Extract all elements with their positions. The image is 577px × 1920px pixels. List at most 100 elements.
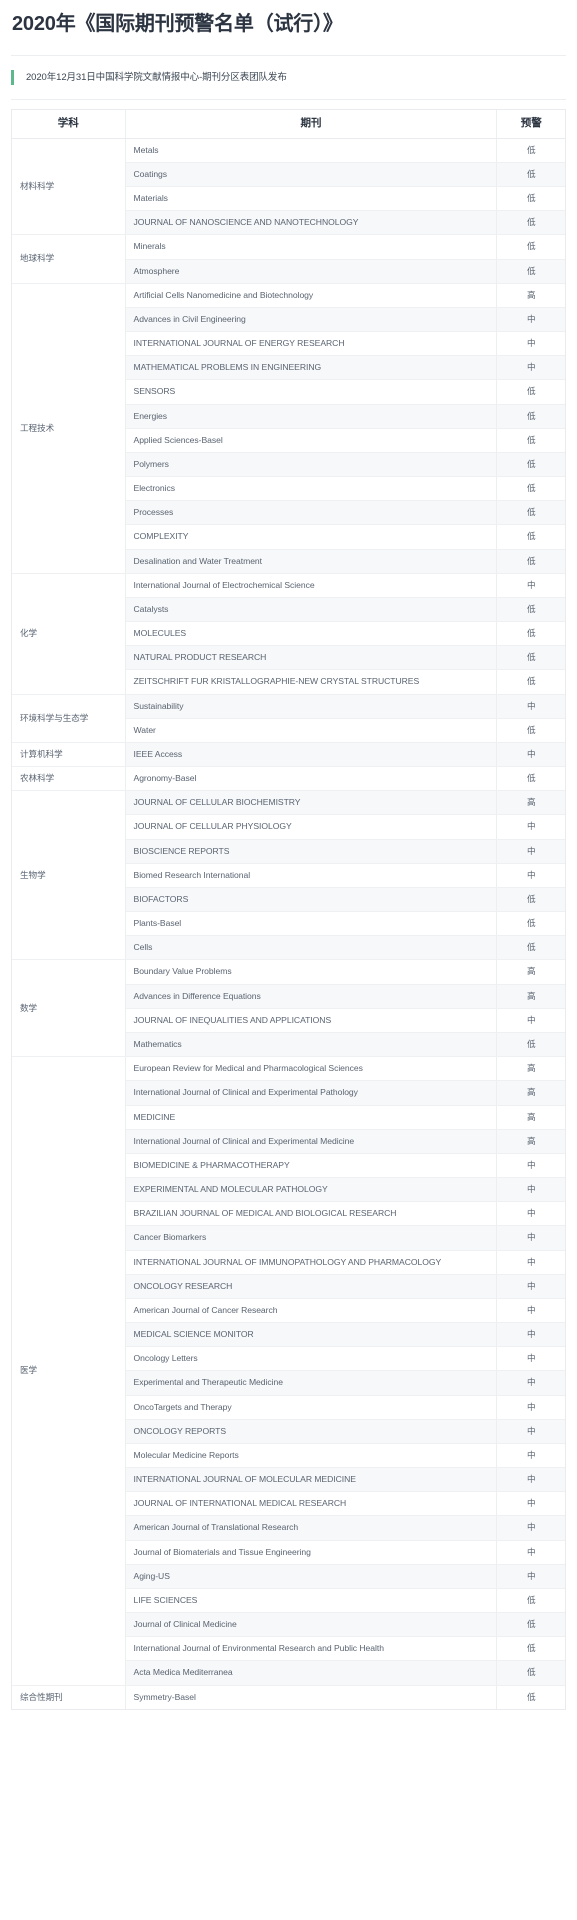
warning-level-cell: 低 [496, 524, 565, 550]
subject-cell: 数学 [12, 959, 126, 1058]
warning-level-cell: 低 [496, 1588, 565, 1614]
warning-level-cell: 低 [496, 597, 565, 623]
warning-level-cell: 低 [496, 935, 565, 961]
journal-name-cell: Acta Medica Mediterranea [125, 1660, 498, 1686]
subject-cell: 地球科学 [12, 234, 126, 284]
warning-level-cell: 中 [496, 742, 565, 768]
warning-level-cell: 低 [496, 549, 565, 574]
warning-level-cell: 中 [496, 1370, 565, 1396]
byline-divider [11, 99, 566, 100]
table-row: 材料科学 Metals 低 [12, 138, 565, 236]
table-row: 地球科学 Minerals 低 [12, 234, 565, 284]
journal-name-cell: Cells [125, 935, 498, 961]
journal-name-cell: Advances in Difference Equations [125, 984, 498, 1009]
journal-name-cell: Biomed Research International [125, 863, 498, 888]
subject-cell: 农林科学 [12, 766, 126, 792]
table-row: 农林科学 Agronomy-Basel 低 [12, 766, 565, 792]
table-row: 计算机科学 IEEE Access 中 [12, 742, 565, 768]
journal-name-cell: OncoTargets and Therapy [125, 1395, 498, 1420]
warning-level-cell: 中 [496, 307, 565, 333]
warning-level-cell: 中 [496, 694, 565, 719]
journal-name-cell: Boundary Value Problems [125, 959, 498, 985]
table-row: 生物学 JOURNAL OF CELLULAR BIOCHEMISTRY 高 [12, 790, 565, 961]
warning-level-cell: 低 [496, 1612, 565, 1638]
journal-name-cell: MEDICAL SCIENCE MONITOR [125, 1322, 498, 1348]
journal-name-cell: Experimental and Therapeutic Medicine [125, 1370, 498, 1396]
column-header-subject: 学科 [12, 110, 126, 139]
journal-name-cell: Oncology Letters [125, 1346, 498, 1372]
warning-level-cell: 高 [496, 984, 565, 1009]
subject-cell: 综合性期刊 [12, 1685, 126, 1710]
warning-level-cell: 中 [496, 1177, 565, 1203]
column-header-warning: 预警 [496, 110, 565, 139]
subject-cell: 工程技术 [12, 283, 126, 574]
journal-name-cell: EXPERIMENTAL AND MOLECULAR PATHOLOGY [125, 1177, 498, 1203]
journal-warning-table: 学科 期刊 预警 材料科学 Metals 低 Coatings 低 Materials 低 J… [12, 110, 565, 1710]
column-header-journal: 期刊 [125, 110, 498, 139]
journal-name-cell: Journal of Biomaterials and Tissue Engin… [125, 1540, 498, 1565]
journal-name-cell: BIOMEDICINE & PHARMACOTHERAPY [125, 1153, 498, 1179]
subject-cell: 生物学 [12, 790, 126, 961]
table-body: 材料科学 Metals 低 Coatings 低 Materials 低 JOURNAL OF… [12, 138, 565, 1710]
warning-level-cell: 低 [496, 162, 565, 187]
warning-level-cell: 高 [496, 1105, 565, 1130]
journal-name-cell: ZEITSCHRIFT FUR KRISTALLOGRAPHIE-NEW CRY… [125, 669, 498, 695]
table-header-row: 学科 期刊 预警 [12, 110, 565, 139]
journal-name-cell: Materials [125, 186, 498, 212]
title-section: 2020年《国际期刊预警名单（试行）》 [0, 0, 577, 38]
journal-name-cell: Metals [125, 138, 498, 163]
warning-level-cell: 中 [496, 331, 565, 357]
warning-level-cell: 中 [496, 1395, 565, 1420]
byline: 2020年12月31日中国科学院文献情报中心-期刊分区表团队发布 [11, 69, 566, 86]
journal-name-cell: European Review for Medical and Pharmaco… [125, 1056, 498, 1082]
journal-name-cell: American Journal of Translational Resear… [125, 1515, 498, 1541]
page-title: 2020年《国际期刊预警名单（试行）》 [12, 13, 343, 35]
warning-level-cell: 中 [496, 814, 565, 840]
warning-level-cell: 低 [496, 718, 565, 743]
warning-level-cell: 中 [496, 355, 565, 381]
byline-text: 2020年12月31日中国科学院文献情报中心-期刊分区表团队发布 [26, 71, 287, 83]
journal-name-cell: BRAZILIAN JOURNAL OF MEDICAL AND BIOLOGI… [125, 1201, 498, 1227]
journal-name-cell: JOURNAL OF INTERNATIONAL MEDICAL RESEARC… [125, 1491, 498, 1517]
warning-level-cell: 中 [496, 1250, 565, 1275]
journal-name-cell: JOURNAL OF CELLULAR PHYSIOLOGY [125, 814, 498, 840]
journal-name-cell: Coatings [125, 162, 498, 187]
warning-level-cell: 中 [496, 1008, 565, 1034]
journal-name-cell: Sustainability [125, 694, 498, 719]
warning-level-cell: 高 [496, 1129, 565, 1154]
table-row: 化学 International Journal of Electrochemic… [12, 573, 565, 695]
journal-name-cell: Energies [125, 404, 498, 429]
journal-name-cell: SENSORS [125, 379, 498, 405]
warning-level-cell: 低 [496, 476, 565, 502]
warning-level-cell: 低 [496, 186, 565, 212]
warning-level-cell: 中 [496, 1419, 565, 1444]
warning-level-cell: 中 [496, 863, 565, 888]
warning-level-cell: 中 [496, 1515, 565, 1541]
subject-cell: 医学 [12, 1056, 126, 1686]
journal-name-cell: MATHEMATICAL PROBLEMS IN ENGINEERING [125, 355, 498, 381]
journal-name-cell: Polymers [125, 452, 498, 478]
journal-name-cell: Desalination and Water Treatment [125, 549, 498, 574]
subject-cell: 计算机科学 [12, 742, 126, 768]
journal-name-cell: International Journal of Electrochemical… [125, 573, 498, 598]
journal-name-cell: IEEE Access [125, 742, 498, 768]
warning-level-cell: 中 [496, 1346, 565, 1372]
journal-name-cell: ONCOLOGY RESEARCH [125, 1274, 498, 1299]
warning-level-cell: 低 [496, 621, 565, 647]
journal-name-cell: LIFE SCIENCES [125, 1588, 498, 1614]
journal-name-cell: JOURNAL OF CELLULAR BIOCHEMISTRY [125, 790, 498, 816]
journal-name-cell: Molecular Medicine Reports [125, 1443, 498, 1469]
warning-level-cell: 中 [496, 1225, 565, 1251]
journal-name-cell: International Journal of Clinical and Ex… [125, 1080, 498, 1106]
journal-name-cell: Agronomy-Basel [125, 766, 498, 792]
warning-level-cell: 中 [496, 1298, 565, 1324]
warning-level-cell: 中 [496, 1274, 565, 1299]
warning-level-cell: 低 [496, 452, 565, 478]
warning-level-cell: 低 [496, 404, 565, 429]
accent-bar-icon [11, 70, 14, 85]
journal-name-cell: Aging-US [125, 1564, 498, 1589]
warning-level-cell: 中 [496, 1491, 565, 1517]
warning-level-cell: 中 [496, 839, 565, 864]
journal-name-cell: JOURNAL OF NANOSCIENCE AND NANOTECHNOLOG… [125, 210, 498, 236]
warning-level-cell: 中 [496, 1443, 565, 1469]
